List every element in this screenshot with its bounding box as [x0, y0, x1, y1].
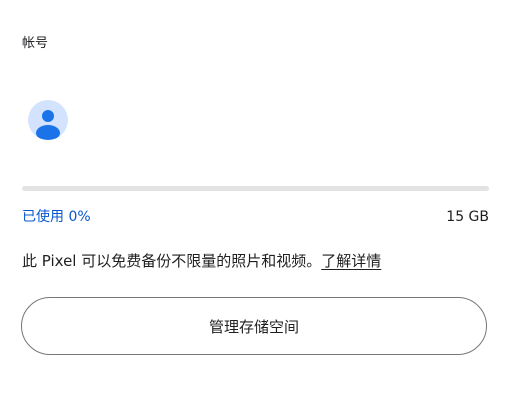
section-title: 帐号 [22, 36, 49, 51]
storage-total-label: 15 GB [446, 209, 489, 225]
person-icon [36, 110, 60, 140]
backup-description-text: 此 Pixel 可以免费备份不限量的照片和视频。 [22, 252, 322, 270]
manage-storage-button-label: 管理存储空间 [208, 317, 299, 336]
learn-more-link[interactable]: 了解详情 [321, 252, 381, 270]
storage-used-label: 已使用 0% [22, 209, 91, 225]
manage-storage-button[interactable]: 管理存储空间 [21, 297, 487, 355]
storage-progress-bar [22, 186, 489, 191]
backup-description: 此 Pixel 可以免费备份不限量的照片和视频。了解详情 [22, 250, 381, 272]
avatar [28, 100, 68, 140]
account-storage-page: 帐号 已使用 0% 15 GB 此 Pixel 可以免费备份不限量的照片和视频。… [0, 0, 508, 404]
account-name [94, 96, 154, 110]
account-row[interactable] [22, 96, 486, 146]
